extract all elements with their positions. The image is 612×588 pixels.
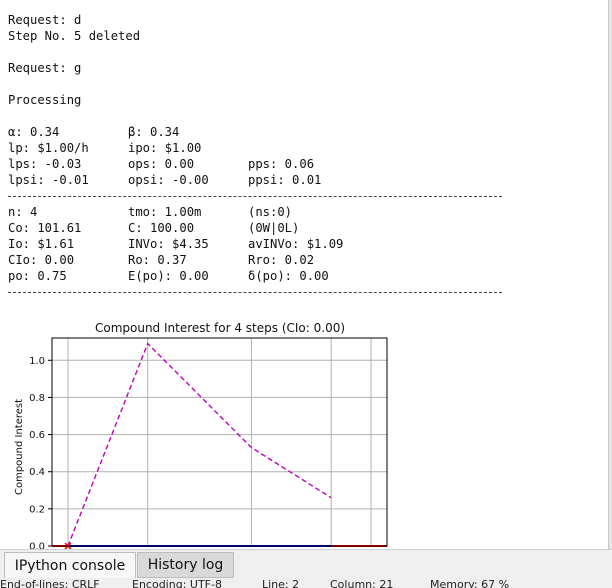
param-co: Co: 101.61	[8, 221, 82, 235]
param-po: po: 0.75	[8, 269, 67, 283]
param-lpsi: lpsi: -0.01	[8, 173, 89, 187]
status-memory: Memory: 67 %	[430, 579, 510, 588]
compound-interest-chart: Compound Interest for 4 steps (CIo: 0.00…	[0, 316, 400, 549]
console-line: Processing	[8, 93, 82, 107]
param-opsi: opsi: -0.00	[128, 173, 209, 187]
status-bar: End-of-lines: CRLF Encoding: UTF-8 Line:…	[0, 579, 612, 588]
param-ipo: ipo: $1.00	[128, 141, 202, 155]
param-ppsi: ppsi: 0.01	[248, 173, 322, 187]
console-output[interactable]: Request: d Step No. 5 deleted Request: g…	[0, 0, 609, 549]
param-pps: pps: 0.06	[248, 157, 315, 171]
chart-title: Compound Interest for 4 steps (CIo: 0.00…	[95, 321, 345, 335]
tab-history-log[interactable]: History log	[137, 552, 234, 578]
bottom-tab-bar: IPython console History log	[0, 549, 612, 580]
param-dpo: δ(po): 0.00	[248, 269, 329, 283]
console-line: Step No. 5 deleted	[8, 29, 141, 43]
param-cio: CIo: 0.00	[8, 253, 75, 267]
status-column: Column: 21	[330, 579, 394, 588]
tab-ipython-console[interactable]: IPython console	[4, 552, 136, 578]
param-alpha: α: 0.34	[8, 125, 60, 139]
chart-svg: Compound Interest for 4 steps (CIo: 0.00…	[14, 321, 388, 550]
chart-y-axis-label: Compound Interest	[14, 399, 25, 495]
param-epo: E(po): 0.00	[128, 269, 209, 283]
param-n: n: 4	[8, 205, 38, 219]
param-rro: Rro: 0.02	[248, 253, 315, 267]
separator-line	[8, 292, 502, 293]
console-line: Request: d	[8, 13, 82, 27]
chart-y-tick-label: 0.8	[29, 393, 45, 404]
chart-y-tick-label: 0.2	[29, 504, 45, 515]
param-wl: (0W|0L)	[248, 221, 300, 235]
chart-y-tick-label: 0.6	[29, 430, 45, 441]
chart-y-tick-label: 0.4	[29, 467, 45, 478]
param-c: C: 100.00	[128, 221, 195, 235]
separator-line	[8, 196, 502, 197]
status-encoding: Encoding: UTF-8	[132, 579, 222, 588]
param-avinvo: avINVo: $1.09	[248, 237, 344, 251]
param-io: Io: $1.61	[8, 237, 75, 251]
param-ro: Ro: 0.37	[128, 253, 187, 267]
console-line: Request: g	[8, 61, 82, 75]
param-lp: lp: $1.00/h	[8, 141, 89, 155]
param-ops: ops: 0.00	[128, 157, 195, 171]
chart-y-tick-label: 1.0	[29, 356, 45, 367]
param-ns: (ns:0)	[248, 205, 293, 219]
param-invo: INVo: $4.35	[128, 237, 209, 251]
chart-plot-frame	[51, 337, 388, 547]
param-lps: lps: -0.03	[8, 157, 82, 171]
status-eol: End-of-lines: CRLF	[0, 579, 100, 588]
param-beta: β: 0.34	[128, 125, 180, 139]
param-tmo: tmo: 1.00m	[128, 205, 202, 219]
chart-series-line-0	[67, 342, 332, 547]
chart-y-tick-label: 0.0	[29, 542, 45, 550]
status-line: Line: 2	[262, 579, 300, 588]
